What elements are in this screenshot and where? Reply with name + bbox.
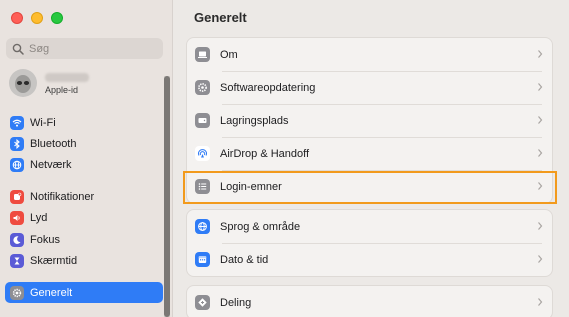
laptop-icon xyxy=(195,47,210,62)
storage-drive-icon xyxy=(195,113,210,128)
gear-badge-icon xyxy=(195,80,210,95)
page-title: Generelt xyxy=(194,10,247,25)
row-sharing[interactable]: Deling xyxy=(187,286,552,317)
wifi-icon xyxy=(10,115,24,130)
row-label: AirDrop & Handoff xyxy=(220,147,310,160)
sidebar-item-notifications[interactable]: Notifikationer xyxy=(5,186,163,207)
row-storage[interactable]: Lagringsplads xyxy=(187,104,552,137)
sidebar-item-bluetooth[interactable]: Bluetooth xyxy=(5,133,163,154)
sidebar-item-sound[interactable]: Lyd xyxy=(5,207,163,228)
sidebar-item-label: Bluetooth xyxy=(30,137,77,150)
general-settings-group: Om Softwareopdatering Lagringsplads AirD… xyxy=(186,37,553,204)
apple-account[interactable]: Apple-id xyxy=(9,69,159,99)
row-label: Login-emner xyxy=(220,180,282,193)
row-date-time[interactable]: Dato & tid xyxy=(187,243,552,276)
sidebar-item-label: Fokus xyxy=(30,233,60,246)
bell-icon xyxy=(10,189,24,204)
chevron-right-icon xyxy=(538,222,543,230)
row-software-update[interactable]: Softwareopdatering xyxy=(187,71,552,104)
sidebar-item-label: Notifikationer xyxy=(30,190,95,203)
search-icon xyxy=(12,43,24,55)
moon-icon xyxy=(10,232,24,247)
account-name-redacted xyxy=(45,73,89,82)
sidebar-item-general[interactable]: Generelt xyxy=(5,282,163,303)
minimize-window-button[interactable] xyxy=(31,12,43,24)
chevron-right-icon xyxy=(538,116,543,124)
calendar-icon xyxy=(195,252,210,267)
sidebar: Apple-id Wi-Fi Bluetooth Netværk Notif xyxy=(0,0,173,317)
sidebar-item-label: Skærmtid xyxy=(30,254,78,267)
chevron-right-icon xyxy=(538,255,543,263)
avatar xyxy=(9,69,37,97)
row-label: Om xyxy=(220,48,238,61)
row-label: Deling xyxy=(220,296,252,309)
chevron-right-icon xyxy=(538,298,543,306)
row-label: Dato & tid xyxy=(220,253,269,266)
sidebar-item-label: Generelt xyxy=(30,286,73,299)
airdrop-icon xyxy=(195,146,210,161)
gear-icon xyxy=(10,285,24,300)
chevron-right-icon xyxy=(538,182,543,190)
list-icon xyxy=(195,179,210,194)
close-window-button[interactable] xyxy=(11,12,23,24)
search-field[interactable] xyxy=(6,38,163,59)
language-time-group: Sprog & område Dato & tid xyxy=(186,209,553,277)
row-airdrop-handoff[interactable]: AirDrop & Handoff xyxy=(187,137,552,170)
speaker-icon xyxy=(10,210,24,225)
network-globe-icon xyxy=(10,157,24,172)
row-login-items[interactable]: Login-emner xyxy=(187,170,552,203)
sharing-group: Deling xyxy=(186,285,553,317)
sidebar-item-label: Lyd xyxy=(30,211,48,224)
chevron-right-icon xyxy=(538,149,543,157)
sidebar-scrollbar[interactable] xyxy=(164,76,170,317)
window-controls xyxy=(11,12,63,24)
sidebar-item-focus[interactable]: Fokus xyxy=(5,229,163,250)
chevron-right-icon xyxy=(538,83,543,91)
sharing-icon xyxy=(195,295,210,310)
system-settings-window: Apple-id Wi-Fi Bluetooth Netværk Notif xyxy=(0,0,569,317)
row-about[interactable]: Om xyxy=(187,38,552,71)
search-input[interactable] xyxy=(29,42,149,55)
row-label: Lagringsplads xyxy=(220,114,289,127)
row-label: Softwareopdatering xyxy=(220,81,316,94)
sidebar-item-screen-time[interactable]: Skærmtid xyxy=(5,250,163,271)
sidebar-item-network[interactable]: Netværk xyxy=(5,154,163,175)
account-subtitle: Apple-id xyxy=(45,85,79,95)
chevron-right-icon xyxy=(538,50,543,58)
sidebar-item-wifi[interactable]: Wi-Fi xyxy=(5,112,163,133)
bluetooth-icon xyxy=(10,136,24,151)
row-label: Sprog & område xyxy=(220,220,301,233)
zoom-window-button[interactable] xyxy=(51,12,63,24)
row-language-region[interactable]: Sprog & område xyxy=(187,210,552,243)
sidebar-scrollbar-thumb[interactable] xyxy=(164,76,170,317)
sidebar-item-label: Netværk xyxy=(30,158,72,171)
sidebar-item-label: Wi-Fi xyxy=(30,116,56,129)
hourglass-icon xyxy=(10,253,24,268)
main-pane: Generelt Om Softwareopdatering Lagringsp… xyxy=(173,0,569,317)
globe-icon xyxy=(195,219,210,234)
